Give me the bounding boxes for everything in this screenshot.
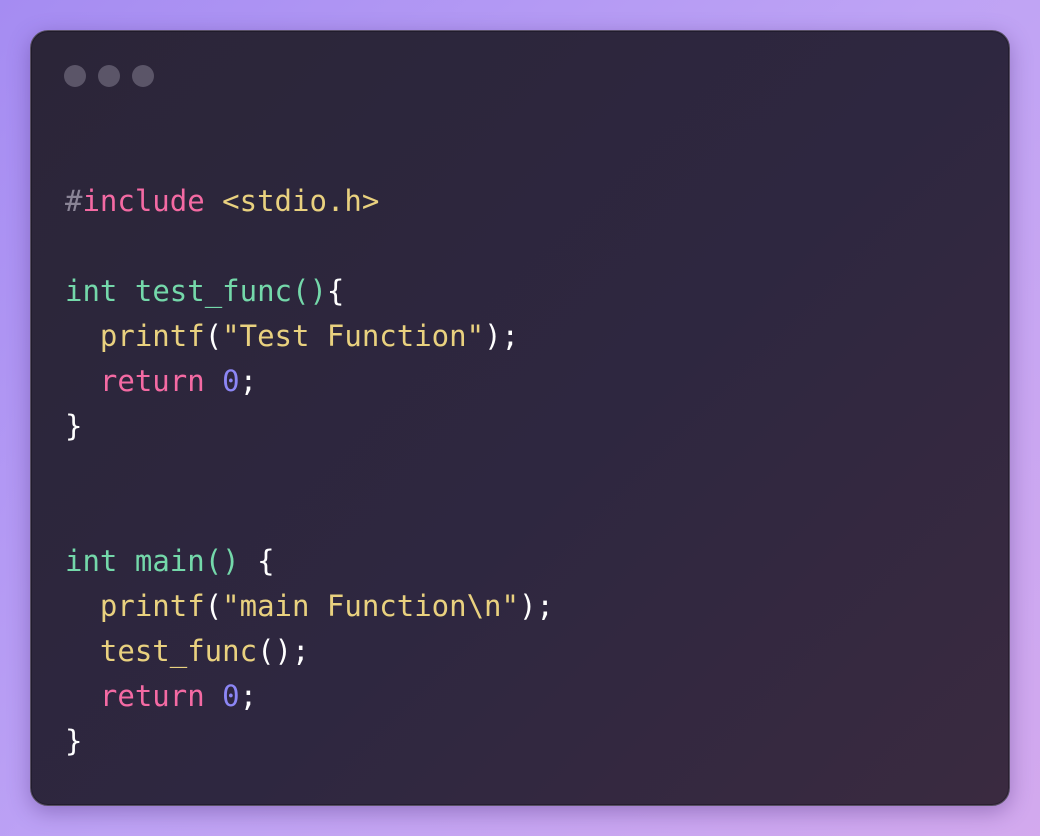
- code-token-punc: [205, 364, 222, 398]
- code-token-punc: [65, 679, 100, 713]
- code-token-paren-g: (): [292, 274, 327, 308]
- code-token-punc: [65, 319, 100, 353]
- code-token-paren-g: (): [204, 544, 240, 578]
- code-token-call: printf: [99, 589, 205, 623]
- window-dot-icon: [64, 65, 86, 87]
- code-token-call: printf: [99, 319, 205, 353]
- code-token-punc: [65, 589, 100, 623]
- code-line: }: [65, 404, 554, 449]
- code-token-kw: return: [99, 364, 205, 398]
- code-token-kw: return: [99, 679, 205, 713]
- code-token-num: 0: [222, 364, 240, 398]
- code-token-punc: {: [326, 274, 345, 308]
- code-token-punc: }: [65, 724, 83, 758]
- code-token-punc: [117, 544, 134, 578]
- code-token-punc: ;: [239, 679, 258, 713]
- code-token-call: test_func: [99, 634, 258, 668]
- code-token-type: int: [65, 544, 118, 578]
- code-token-punc: (: [204, 319, 223, 353]
- code-token-punc: );: [518, 589, 554, 623]
- code-line: printf("Test Function");: [65, 314, 554, 359]
- code-token-punc: (: [204, 589, 223, 623]
- code-window: #include <stdio.h> int test_func(){ prin…: [30, 30, 1010, 806]
- code-line: printf("main Function\n");: [65, 584, 554, 629]
- code-line: return 0;: [65, 674, 554, 719]
- code-token-punc: {: [239, 544, 275, 578]
- code-token-punc: [65, 364, 100, 398]
- code-token-hash: #: [65, 184, 83, 218]
- code-block: #include <stdio.h> int test_func(){ prin…: [65, 179, 554, 764]
- code-line: int test_func(){: [65, 269, 554, 314]
- code-token-punc: }: [65, 409, 83, 443]
- code-token-fn: main: [134, 544, 205, 578]
- code-token-type: int: [65, 274, 118, 308]
- code-token-num: 0: [222, 679, 240, 713]
- code-token-fn: test_func: [134, 274, 292, 308]
- code-line: test_func();: [65, 629, 554, 674]
- code-token-str: "main Function\n": [222, 589, 519, 623]
- window-controls: [64, 65, 154, 87]
- code-line: int main() {: [65, 539, 554, 584]
- code-token-hdr: <stdio.h>: [222, 184, 380, 218]
- code-token-punc: [205, 679, 222, 713]
- code-token-punc: [117, 274, 134, 308]
- code-line: }: [65, 719, 554, 764]
- code-token-punc: ;: [239, 364, 258, 398]
- code-token-punc: ();: [257, 634, 310, 668]
- code-token-punc: [205, 184, 222, 218]
- window-dot-icon: [132, 65, 154, 87]
- code-token-str: "Test Function": [222, 319, 485, 353]
- code-token-punc: );: [484, 319, 519, 353]
- window-dot-icon: [98, 65, 120, 87]
- code-token-punc: [65, 634, 100, 668]
- code-line: #include <stdio.h>: [65, 179, 554, 224]
- code-line: return 0;: [65, 359, 554, 404]
- code-token-dir: include: [82, 184, 205, 218]
